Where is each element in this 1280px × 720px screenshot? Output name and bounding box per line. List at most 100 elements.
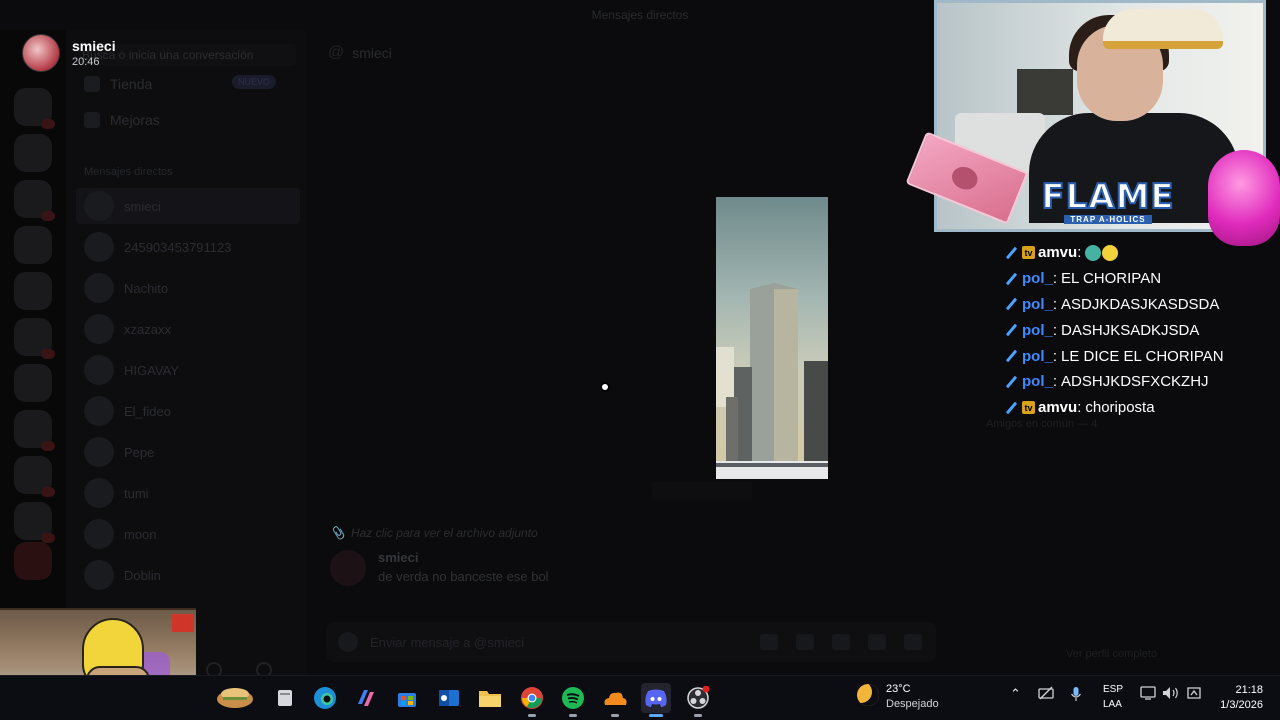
input-language[interactable]: ESP [1103, 684, 1123, 695]
server-icon[interactable] [14, 180, 55, 221]
flame-logo-subtitle: TRAP A-HOLICS [1064, 215, 1152, 224]
chat-line: pol_: ASDJKDASJKASDSDA [1004, 292, 1274, 318]
display-icon[interactable] [1140, 686, 1156, 703]
folder-icon[interactable] [475, 683, 505, 713]
message-avatar[interactable] [330, 550, 366, 586]
chat-line: tv amvu: [1004, 240, 1274, 266]
sword-badge-icon [1004, 323, 1018, 337]
dm-item-name: xzazaxx [124, 321, 171, 337]
sticker-icon[interactable] [832, 634, 850, 650]
dm-item[interactable]: Pepe [76, 434, 300, 470]
tray-chevron-icon[interactable]: ⌃ [1010, 686, 1021, 702]
image-caption-bar [652, 482, 752, 500]
spotify-icon[interactable] [558, 683, 588, 717]
file-explorer-icon[interactable] [270, 683, 300, 713]
dm-item[interactable]: 245903453791123 [76, 229, 300, 265]
attachment-icon: 📎 [330, 526, 345, 540]
dm-item[interactable]: moon [76, 516, 300, 552]
dm-item-name: tumi [124, 485, 149, 501]
nav-upgrades-label: Mejoras [110, 112, 160, 128]
volume-icon[interactable] [1162, 686, 1180, 703]
avatar [84, 478, 114, 508]
mouse-cursor [600, 382, 610, 392]
dm-item[interactable]: El_fideo [76, 393, 300, 429]
server-icon[interactable] [14, 456, 55, 497]
server-icon[interactable] [14, 88, 55, 129]
moon-weather-icon[interactable] [857, 684, 879, 706]
sword-badge-icon [1004, 272, 1018, 286]
sword-badge-icon [1004, 401, 1018, 415]
avatar [84, 396, 114, 426]
discord-icon[interactable] [641, 683, 671, 717]
dm-item-name: Pepe [124, 444, 155, 460]
chat-text: ADSHJKDSFXCKZHJ [1061, 373, 1209, 391]
apps-icon[interactable] [904, 634, 922, 650]
dm-item[interactable]: Nachito [76, 270, 300, 306]
chat-header: @ smieci [306, 30, 936, 76]
outlook-icon[interactable] [434, 683, 464, 713]
view-full-profile[interactable]: Ver perfil completo [1066, 648, 1157, 660]
chat-text: EL CHORIPAN [1061, 270, 1162, 288]
microphone-icon[interactable] [1070, 686, 1082, 705]
server-icon[interactable] [14, 272, 52, 310]
nav-shop[interactable]: Tienda [84, 76, 152, 92]
stream-chat-overlay: tv amvu: pol_: EL CHORIPAN pol_: ASDJKDA… [1004, 240, 1274, 421]
store-icon[interactable] [392, 683, 422, 713]
server-icon[interactable] [14, 134, 52, 172]
profile-avatar[interactable] [22, 34, 60, 72]
keyboard-layout[interactable]: LAA [1103, 699, 1122, 710]
pink-buddha-sticker-icon [1208, 150, 1280, 246]
avatar [84, 232, 114, 262]
emote-icon [1085, 244, 1102, 261]
dm-item-name: Doblin [124, 567, 161, 583]
dm-item[interactable]: HIGAVAY [76, 352, 300, 388]
weather-temperature[interactable]: 23°C [886, 683, 911, 695]
avatar [84, 191, 114, 221]
dm-sidebar: Busca o inicia una conversación Tienda N… [66, 30, 306, 678]
copilot-icon[interactable] [351, 683, 381, 713]
chat-line: pol_: ADSHJKDSFXCKZHJ [1004, 369, 1274, 395]
server-icon[interactable] [14, 318, 55, 359]
cloud-icon[interactable] [600, 683, 630, 717]
message-author[interactable]: smieci [378, 550, 549, 565]
chat-line: tv amvu: choriposta [1004, 395, 1274, 421]
dm-item-name: HIGAVAY [124, 362, 179, 378]
user-profile-popup[interactable]: smieci 20:46 [22, 34, 116, 72]
skyscraper-photo [716, 283, 828, 479]
emoji-icon[interactable] [868, 634, 886, 650]
network-off-icon[interactable] [1038, 686, 1054, 703]
server-icon[interactable] [14, 364, 52, 402]
image-preview[interactable] [716, 197, 828, 479]
dm-item[interactable]: Doblin [76, 557, 300, 593]
server-icon[interactable] [14, 410, 55, 451]
system-message[interactable]: 📎 Haz clic para ver el archivo adjunto [330, 526, 538, 540]
weather-description[interactable]: Despejado [886, 698, 939, 710]
widgets-icon[interactable] [212, 681, 258, 711]
chat-username: pol_ [1022, 373, 1053, 391]
chat-username: amvu [1038, 399, 1078, 417]
sword-badge-icon [1004, 349, 1018, 363]
server-icon[interactable] [14, 226, 52, 264]
server-icon[interactable] [14, 502, 55, 543]
chat-title: smieci [352, 45, 392, 61]
dm-item[interactable]: tumi [76, 475, 300, 511]
window-title: Mensajes directos [591, 8, 689, 22]
server-icon[interactable] [14, 542, 52, 580]
taskbar-clock-time[interactable]: 21:18 [1235, 684, 1263, 696]
gif-icon[interactable] [796, 634, 814, 650]
avatar [84, 437, 114, 467]
edge-icon[interactable] [310, 683, 340, 713]
taskbar-clock-date[interactable]: 1/3/2026 [1212, 699, 1263, 711]
nav-upgrades[interactable]: Mejoras [84, 112, 160, 128]
battery-icon[interactable] [1186, 686, 1202, 703]
gift-icon[interactable] [760, 634, 778, 650]
composer-placeholder[interactable]: Enviar mensaje a @smieci [370, 635, 524, 650]
dm-item[interactable]: smieci [76, 188, 300, 224]
message-composer[interactable]: Enviar mensaje a @smieci [326, 622, 936, 662]
chrome-icon[interactable] [517, 683, 547, 717]
dm-item[interactable]: xzazaxx [76, 311, 300, 347]
windows-taskbar [0, 675, 1280, 720]
obs-icon[interactable] [683, 683, 713, 717]
message-text: de verda no banceste ese bol [378, 569, 549, 584]
add-attachment-icon[interactable] [338, 632, 358, 652]
